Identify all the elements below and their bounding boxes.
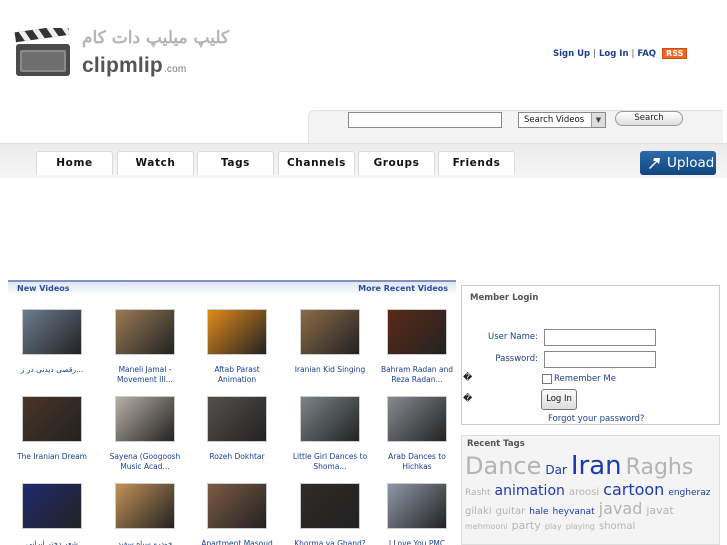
video-title-link[interactable]: Arab Dances to Hichkas xyxy=(377,452,457,472)
video-thumbnail[interactable] xyxy=(207,309,267,355)
logo-text[interactable]: clipmlip.com xyxy=(82,54,186,78)
login-heading: Member Login xyxy=(470,293,539,303)
search-type-value: Search Videos xyxy=(524,115,585,125)
video-thumbnail[interactable] xyxy=(115,396,175,442)
video-thumbnail[interactable] xyxy=(387,483,447,529)
tag-link[interactable]: heyvanat xyxy=(553,508,595,517)
tag-link[interactable]: javad xyxy=(599,501,643,517)
recent-tags-panel: Recent Tags Dance Dar Iran Raghs Rasht animat… xyxy=(461,435,720,545)
video-title-link[interactable]: Iranian Kid Singing xyxy=(290,365,370,375)
clapperboard-icon[interactable] xyxy=(14,28,72,78)
username-label: User Name: xyxy=(487,332,538,342)
tab-friends[interactable]: Friends xyxy=(438,151,515,175)
sign-up-link[interactable]: Sign Up xyxy=(553,49,590,59)
video-thumbnail[interactable] xyxy=(207,483,267,529)
tag-cloud: Dance Dar Iran Raghs Rasht animation aroosi car… xyxy=(465,453,718,535)
login-button[interactable]: Log In xyxy=(541,389,577,410)
tag-link[interactable]: Dance xyxy=(465,454,541,478)
video-thumbnail[interactable] xyxy=(300,483,360,529)
link-separator: | xyxy=(593,49,596,59)
video-title-link[interactable]: I Love You PMC xyxy=(377,539,457,545)
tag-link[interactable]: Rasht xyxy=(465,489,491,498)
upload-label: Upload xyxy=(667,155,715,171)
recent-tags-heading: Recent Tags xyxy=(467,439,525,449)
tag-link[interactable]: hale xyxy=(529,508,548,517)
tab-groups[interactable]: Groups xyxy=(358,151,435,175)
glyph: � xyxy=(463,373,473,383)
password-field[interactable] xyxy=(544,351,656,368)
new-videos-header: New Videos More Recent Videos xyxy=(8,280,456,296)
tag-link[interactable]: javat xyxy=(646,505,673,516)
video-thumbnail[interactable] xyxy=(22,396,82,442)
video-thumbnail[interactable] xyxy=(300,396,360,442)
faq-link[interactable]: FAQ xyxy=(637,49,656,59)
tag-link[interactable]: mehmooni xyxy=(465,523,508,531)
video-title-link[interactable]: Sayena (Googoosh Music Acad... xyxy=(105,452,185,472)
video-title-link[interactable]: Aftab Parast Animation xyxy=(197,365,277,385)
video-title-link[interactable]: Little Girl Dances to Shoma... xyxy=(290,452,370,472)
remember-me-label: Remember Me xyxy=(554,374,616,384)
upload-arrow-icon xyxy=(649,158,660,169)
video-thumbnail[interactable] xyxy=(22,309,82,355)
tag-link[interactable]: cartoon xyxy=(603,482,664,498)
video-thumbnail[interactable] xyxy=(387,309,447,355)
tag-link[interactable]: shomal xyxy=(599,522,635,532)
tag-link[interactable]: party xyxy=(512,520,541,531)
tab-watch[interactable]: Watch xyxy=(117,151,194,175)
video-title-link[interactable]: Khorma va Ghand? xyxy=(290,539,370,545)
tag-link[interactable]: Iran xyxy=(571,453,622,479)
tag-link[interactable]: playing xyxy=(566,523,595,531)
rss-button[interactable]: RSS xyxy=(662,48,688,59)
link-separator: | xyxy=(631,49,635,59)
search-input[interactable] xyxy=(348,112,502,128)
search-button[interactable]: Search xyxy=(615,111,683,126)
video-thumbnail[interactable] xyxy=(115,483,175,529)
tag-link[interactable]: Dar xyxy=(545,464,567,476)
tag-link[interactable]: play xyxy=(545,523,562,531)
top-links: Sign Up | Log In | FAQ RSS xyxy=(553,48,688,59)
search-type-select[interactable]: Search Videos ▼ xyxy=(518,112,606,128)
video-title-link[interactable]: Apartment Masoud xyxy=(197,539,277,545)
logo-name: clipmlip xyxy=(82,54,163,77)
more-recent-videos-link[interactable]: More Recent Videos xyxy=(358,284,448,293)
glyph: � xyxy=(463,394,473,404)
tag-link[interactable]: engheraz xyxy=(668,489,710,498)
video-thumbnail[interactable] xyxy=(207,396,267,442)
logo-persian-text[interactable]: کلیپ میلیپ دات کام xyxy=(82,28,229,48)
video-title-link[interactable]: شعر دختر ایرانی xyxy=(12,539,92,545)
upload-button[interactable]: Upload xyxy=(640,151,716,175)
username-field[interactable] xyxy=(544,329,656,346)
video-thumbnail[interactable] xyxy=(115,309,175,355)
video-title-link[interactable]: Maneli Jamal - Movement III... xyxy=(105,365,185,385)
log-in-link[interactable]: Log In xyxy=(599,49,629,59)
tag-link[interactable]: Raghs xyxy=(626,457,694,479)
tag-link[interactable]: gilaki xyxy=(465,507,492,517)
forgot-password-link[interactable]: Forgot your password? xyxy=(548,414,644,424)
tab-tags[interactable]: Tags xyxy=(197,151,274,175)
tab-home[interactable]: Home xyxy=(36,151,113,175)
remember-me-checkbox[interactable] xyxy=(542,374,552,384)
new-videos-heading: New Videos xyxy=(17,284,70,293)
video-thumbnail[interactable] xyxy=(387,396,447,442)
tag-link[interactable]: aroosi xyxy=(569,488,599,498)
video-title-link[interactable]: Bahram Radan and Reza Radan... xyxy=(377,365,457,385)
tag-link[interactable]: animation xyxy=(495,484,565,498)
tab-channels[interactable]: Channels xyxy=(278,151,355,175)
chevron-down-icon[interactable]: ▼ xyxy=(591,113,605,127)
video-title-link[interactable]: خودرو سیاه سفید xyxy=(105,539,185,545)
video-thumbnail[interactable] xyxy=(22,483,82,529)
video-thumbnail[interactable] xyxy=(300,309,360,355)
logo-suffix: .com xyxy=(163,64,187,75)
video-title-link[interactable]: The Iranian Dream xyxy=(12,452,92,462)
tag-link[interactable]: guitar xyxy=(496,507,526,517)
video-title-link[interactable]: Rozeh Dokhtar xyxy=(197,452,277,462)
video-title-link[interactable]: رقصی دیدنی در ز... xyxy=(12,365,92,375)
password-label: Password: xyxy=(495,354,538,364)
